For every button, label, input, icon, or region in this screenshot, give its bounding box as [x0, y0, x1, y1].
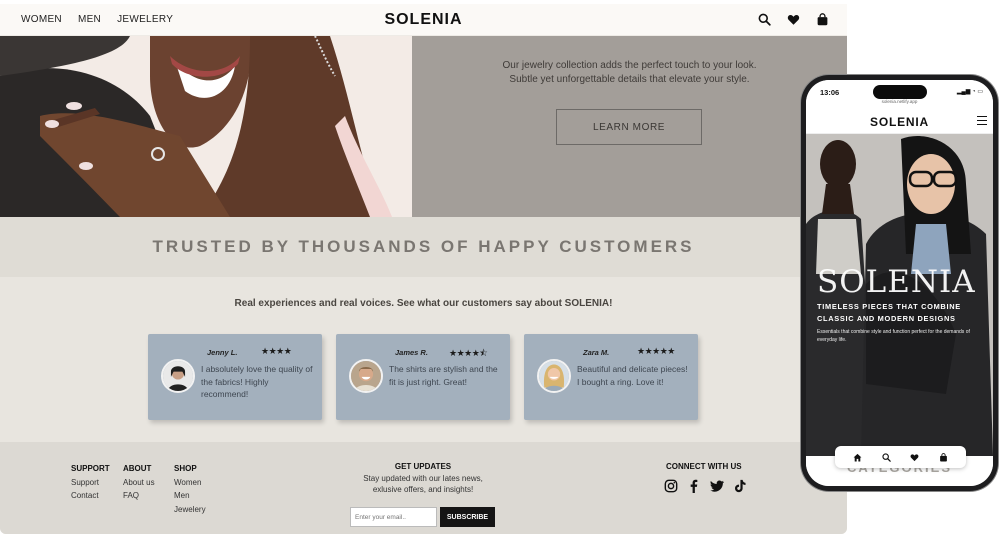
footer-link-women[interactable]: Women [174, 476, 206, 490]
facebook-icon[interactable] [687, 479, 701, 493]
footer-link-jewelery[interactable]: Jewelery [174, 503, 206, 517]
footer-link-contact[interactable]: Contact [71, 489, 110, 503]
status-icons: ▂▄▆ ◔ ▭ [956, 89, 983, 95]
phone-header: SOLENIA [806, 108, 993, 134]
phone-hero: SOLENIA TIMELESS PIECES THAT COMBINE CLA… [806, 134, 993, 456]
phone-hero-title: SOLENIA [817, 264, 976, 300]
newsletter-line-2: exlusive offers, and insights! [372, 485, 474, 494]
footer-about-heading: ABOUT [123, 464, 152, 473]
star-rating: ★★★★ [261, 346, 292, 356]
browser-url: solenia.netlify.app [881, 99, 918, 104]
phone-tagline-line-2: CLASSIC AND MODERN DESIGNS [817, 314, 956, 323]
newsletter-block: GET UPDATES Stay updated with our lates … [340, 462, 506, 495]
hero-text: Our jewelry collection adds the perfect … [412, 59, 847, 87]
nav-links: WOMEN MEN JEWELERY [21, 14, 173, 25]
star-rating: ★★★★⯪ [449, 348, 488, 358]
bag-icon[interactable] [939, 452, 948, 462]
phone-hero-description: Essentials that combine style and functi… [817, 329, 970, 343]
review-text: Beautiful and delicate pieces! I bought … [577, 364, 688, 387]
phone-tagline-line-1: TIMELESS PIECES THAT COMBINE [817, 302, 961, 311]
reviewer-name: James R. [395, 348, 428, 357]
status-time: 13:06 [820, 88, 840, 97]
dynamic-island [873, 85, 927, 99]
nav-link-men[interactable]: MEN [78, 14, 101, 25]
trusted-banner: TRUSTED BY THOUSANDS OF HAPPY CUSTOMERS [0, 217, 847, 277]
hamburger-menu-icon[interactable] [977, 116, 987, 125]
search-icon[interactable] [758, 13, 771, 26]
footer-link-men[interactable]: Men [174, 489, 206, 503]
hero-text-panel: Our jewelry collection adds the perfect … [412, 36, 847, 217]
top-navigation: WOMEN MEN JEWELERY SOLENIA [0, 4, 847, 36]
status-bar: 13:06 ▂▄▆ ◔ ▭ solenia.netlify.app [806, 80, 993, 108]
reviewer-name: Zara M. [583, 348, 610, 357]
nav-link-women[interactable]: WOMEN [21, 14, 62, 25]
subscribe-button[interactable]: SUBSCRIBE [440, 507, 495, 527]
email-input[interactable] [350, 507, 437, 527]
review-cards: Jenny L. ★★★★ I absolutely love the qual… [148, 334, 698, 420]
instagram-icon[interactable] [664, 479, 678, 493]
avatar [161, 359, 195, 393]
review-text: I absolutely love the quality of the fab… [201, 364, 313, 399]
trusted-heading: TRUSTED BY THOUSANDS OF HAPPY CUSTOMERS [152, 237, 695, 256]
review-card: James R. ★★★★⯪ The shirts are stylish an… [336, 334, 510, 420]
bag-icon[interactable] [816, 13, 829, 26]
footer-link-faq[interactable]: FAQ [123, 489, 155, 503]
footer-link-about-us[interactable]: About us [123, 476, 155, 490]
reviewer-name: Jenny L. [207, 348, 238, 357]
hero-image [0, 36, 412, 217]
avatar [349, 359, 383, 393]
nav-icons [758, 13, 829, 26]
footer-support-column: SUPPORT Support Contact [71, 462, 110, 503]
heart-icon[interactable] [910, 453, 919, 462]
phone-hero-tagline: TIMELESS PIECES THAT COMBINE CLASSIC AND… [817, 301, 987, 325]
connect-heading: CONNECT WITH US [666, 462, 742, 471]
home-icon[interactable] [853, 453, 862, 462]
avatar [537, 359, 571, 393]
hero-text-line-2: Subtle yet unforgettable details that el… [509, 74, 750, 85]
footer-shop-heading: SHOP [174, 464, 197, 473]
review-card: Zara M. ★★★★★ Beautiful and delicate pie… [524, 334, 698, 420]
footer-link-support[interactable]: Support [71, 476, 110, 490]
social-icons [664, 479, 747, 493]
desktop-mockup: WOMEN MEN JEWELERY SOLENIA Our jewelry c… [0, 4, 847, 534]
newsletter-line-1: Stay updated with our lates news, [363, 474, 483, 483]
search-icon[interactable] [882, 452, 891, 462]
brand-logo[interactable]: SOLENIA [384, 11, 462, 28]
footer-about-column: ABOUT About us FAQ [123, 462, 155, 503]
review-text: The shirts are stylish and the fit is ju… [389, 364, 498, 387]
heart-icon[interactable] [787, 13, 800, 26]
reviews-subtitle: Real experiences and real voices. See wh… [234, 298, 613, 309]
footer-support-heading: SUPPORT [71, 464, 110, 473]
star-rating: ★★★★★ [637, 346, 675, 356]
newsletter-heading: GET UPDATES [394, 462, 452, 471]
phone-bottom-nav [835, 446, 966, 468]
phone-screen: 13:06 ▂▄▆ ◔ ▭ solenia.netlify.app SOLENI… [806, 80, 993, 486]
footer-shop-column: SHOP Women Men Jewelery [174, 462, 206, 516]
review-card: Jenny L. ★★★★ I absolutely love the qual… [148, 334, 322, 420]
phone-brand-logo[interactable]: SOLENIA [806, 115, 993, 129]
nav-link-jewelery[interactable]: JEWELERY [117, 14, 173, 25]
newsletter-form: SUBSCRIBE [350, 507, 495, 527]
twitter-icon[interactable] [710, 479, 724, 493]
tiktok-icon[interactable] [733, 479, 747, 493]
learn-more-button[interactable]: LEARN MORE [556, 109, 702, 145]
phone-mockup: 13:06 ▂▄▆ ◔ ▭ solenia.netlify.app SOLENI… [801, 75, 998, 491]
hero-section: Our jewelry collection adds the perfect … [0, 36, 847, 217]
footer: SUPPORT Support Contact ABOUT About us F… [0, 442, 847, 534]
hero-text-line-1: Our jewelry collection adds the perfect … [502, 60, 757, 71]
